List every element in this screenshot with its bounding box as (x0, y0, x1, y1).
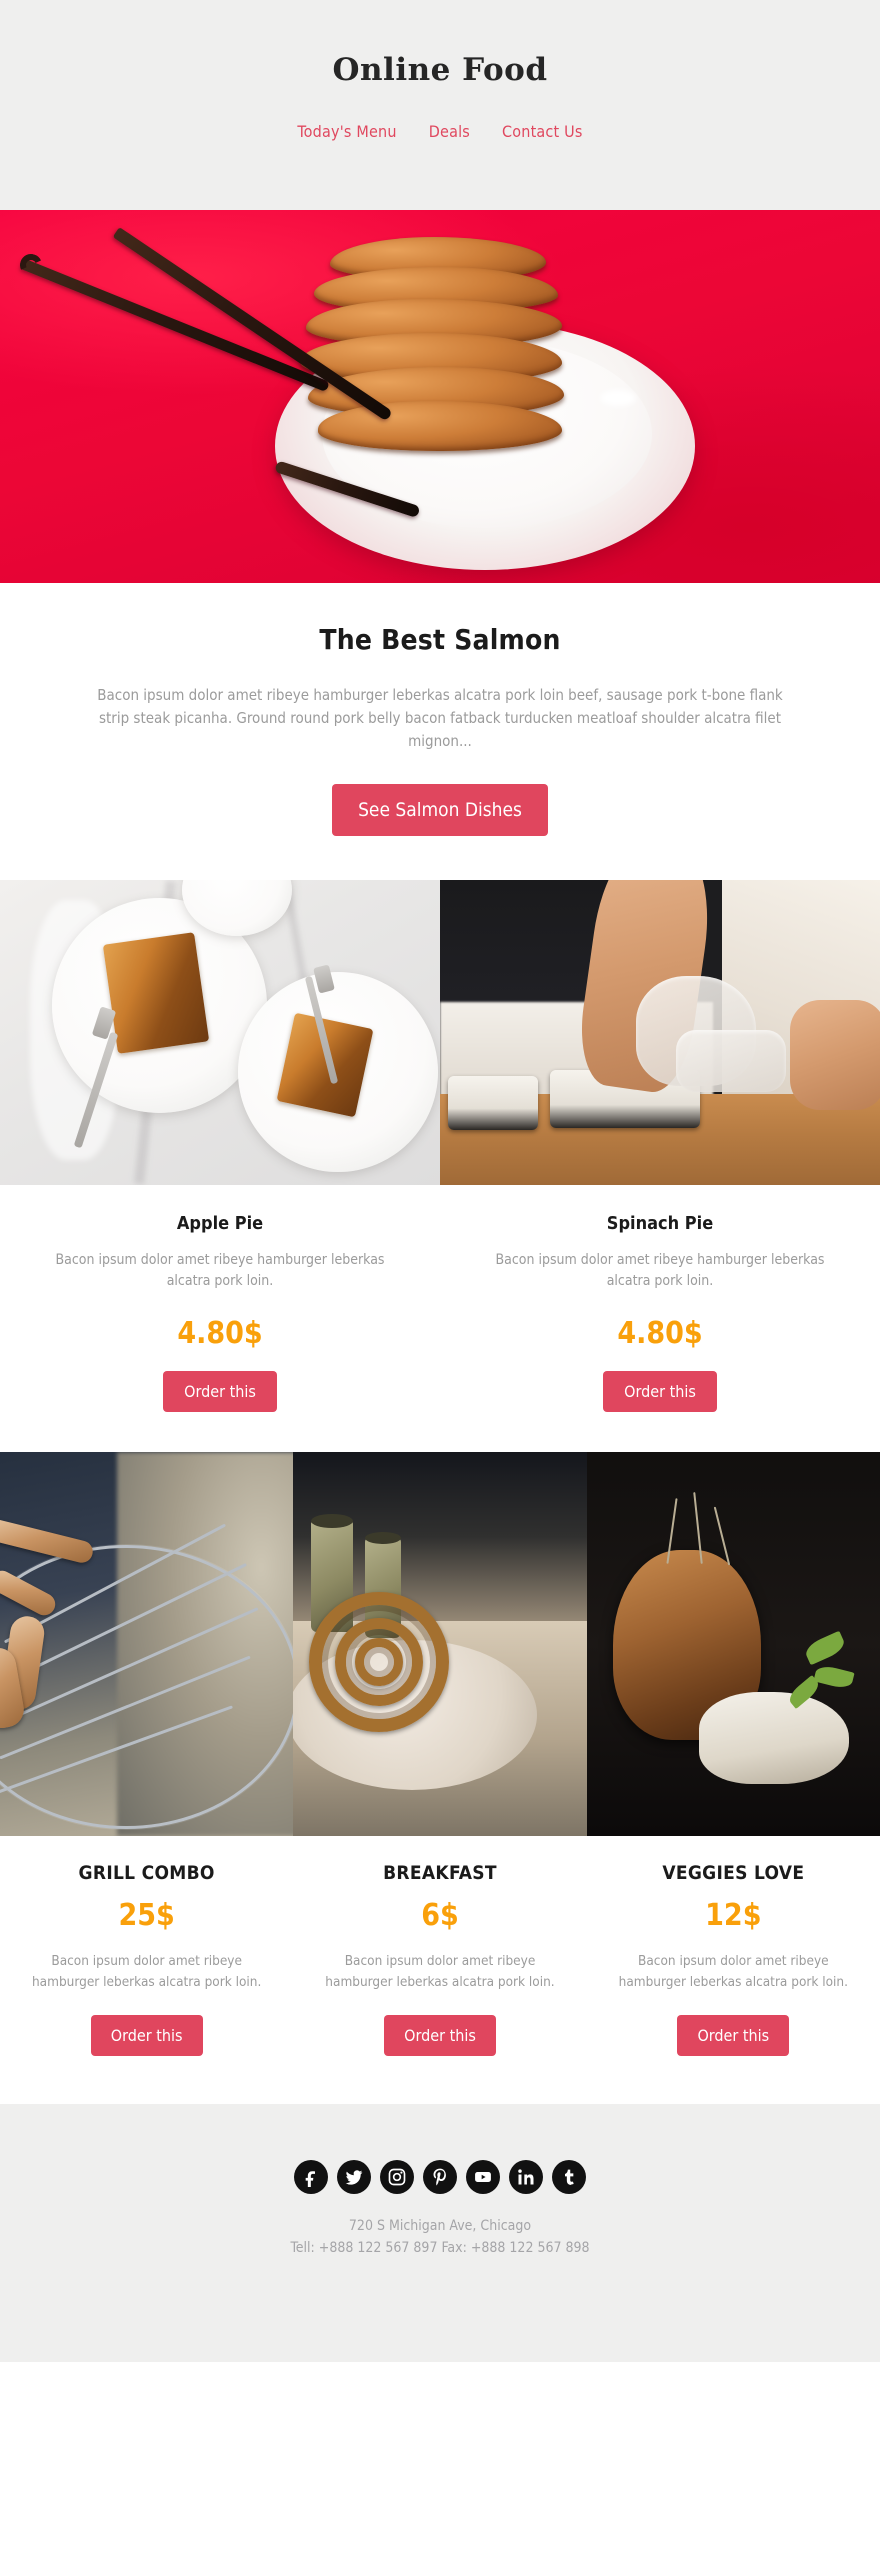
combos-info-row: GRILL COMBO 25$ Bacon ipsum dolor amet r… (0, 1836, 880, 2105)
contact-line: Tell: +888 122 567 897 Fax: +888 122 567… (290, 2239, 590, 2256)
product-price: 12$ (705, 1898, 762, 1934)
hero-cookie-stack (300, 215, 580, 515)
site-header: Online Food Today's Menu Deals Contact U… (0, 0, 880, 210)
spinach-pie-card: Spinach Pie Bacon ipsum dolor amet ribey… (440, 1213, 880, 1413)
order-veggies-love-button[interactable]: Order this (677, 2015, 790, 2057)
grill-photo (0, 1452, 294, 1837)
hero-image (0, 210, 880, 583)
product-price: 6$ (421, 1898, 459, 1934)
pinterest-icon[interactable] (423, 2160, 457, 2195)
apple-pie-photo (0, 880, 440, 1186)
product-desc: Bacon ipsum dolor amet ribeye hamburger … (618, 1953, 848, 1991)
pies-info-row: Apple Pie Bacon ipsum dolor amet ribeye … (0, 1185, 880, 1453)
product-price: 4.80$ (617, 1316, 703, 1352)
grill-combo-card: GRILL COMBO 25$ Bacon ipsum dolor amet r… (0, 1862, 293, 2057)
product-price: 4.80$ (177, 1316, 263, 1352)
order-spinach-pie-button[interactable]: Order this (603, 1371, 717, 1413)
order-grill-combo-button[interactable]: Order this (90, 2015, 203, 2057)
main-nav: Today's Menu Deals Contact Us (297, 122, 582, 141)
pies-image-row (0, 880, 880, 1186)
twitter-icon[interactable] (337, 2160, 371, 2195)
product-title: Spinach Pie (606, 1213, 714, 1235)
product-desc: Bacon ipsum dolor amet ribeye hamburger … (325, 1953, 555, 1991)
see-salmon-dishes-button[interactable]: See Salmon Dishes (332, 784, 548, 837)
product-title: VEGGIES LOVE (662, 1862, 805, 1885)
page-title: Online Food (332, 52, 548, 88)
tumblr-icon[interactable] (552, 2160, 586, 2195)
product-title: GRILL COMBO (78, 1862, 215, 1885)
plate-highlight (600, 390, 636, 406)
product-desc: Bacon ipsum dolor amet ribeye hamburger … (495, 1252, 825, 1290)
site-footer: 720 S Michigan Ave, Chicago Tell: +888 1… (0, 2104, 880, 2363)
email-page: Online Food Today's Menu Deals Contact U… (0, 0, 880, 2576)
feature-title: The Best Salmon (319, 623, 561, 656)
nav-deals[interactable]: Deals (429, 122, 470, 141)
instagram-icon[interactable] (380, 2160, 414, 2195)
veggies-photo (586, 1452, 880, 1837)
combos-image-row (0, 1452, 880, 1837)
product-title: BREAKFAST (383, 1862, 497, 1885)
feature-body: Bacon ipsum dolor amet ribeye hamburger … (97, 686, 783, 750)
grill-combo-image (0, 1452, 294, 1837)
apple-pie-card: Apple Pie Bacon ipsum dolor amet ribeye … (0, 1213, 440, 1413)
youtube-icon[interactable] (466, 2160, 500, 2195)
breakfast-image (293, 1452, 587, 1837)
order-apple-pie-button[interactable]: Order this (163, 1371, 277, 1413)
feature-section: The Best Salmon Bacon ipsum dolor amet r… (0, 583, 880, 881)
nav-todays-menu[interactable]: Today's Menu (297, 122, 396, 141)
address-line: 720 S Michigan Ave, Chicago (348, 2218, 532, 2235)
facebook-icon[interactable] (294, 2160, 328, 2195)
breakfast-card: BREAKFAST 6$ Bacon ipsum dolor amet ribe… (293, 1862, 586, 2057)
veggies-love-image (586, 1452, 880, 1837)
apple-pie-image (0, 880, 440, 1186)
spinach-pie-image (440, 880, 880, 1186)
order-breakfast-button[interactable]: Order this (384, 2015, 496, 2057)
product-desc: Bacon ipsum dolor amet ribeye hamburger … (31, 1953, 262, 1991)
social-links (0, 2160, 880, 2195)
linkedin-icon[interactable] (509, 2160, 543, 2195)
sushi-photo (440, 880, 880, 1186)
product-desc: Bacon ipsum dolor amet ribeye hamburger … (55, 1252, 385, 1290)
nav-contact-us[interactable]: Contact Us (502, 122, 583, 141)
breakfast-photo (293, 1452, 587, 1837)
product-price: 25$ (118, 1898, 175, 1934)
product-title: Apple Pie (176, 1213, 264, 1235)
footer-address: 720 S Michigan Ave, Chicago Tell: +888 1… (0, 2216, 880, 2259)
veggies-love-card: VEGGIES LOVE 12$ Bacon ipsum dolor amet … (587, 1862, 880, 2057)
